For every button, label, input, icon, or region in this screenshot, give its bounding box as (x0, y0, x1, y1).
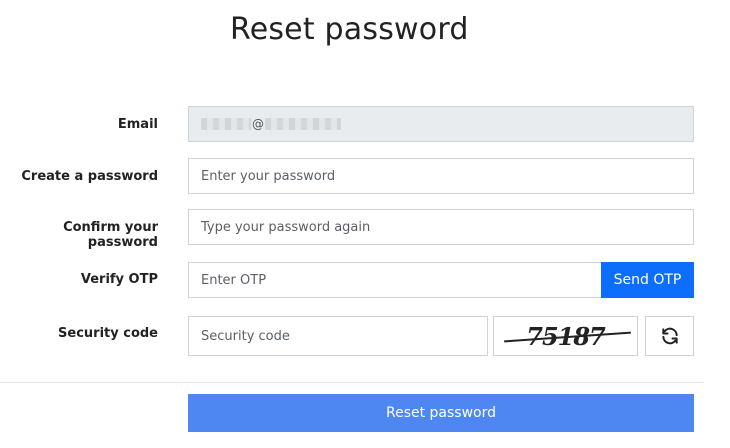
refresh-icon (661, 327, 678, 345)
email-user-redacted (201, 118, 251, 130)
otp-label: Verify OTP (80, 272, 158, 287)
email-label: Email (117, 117, 158, 132)
security-code-label: Security code (58, 326, 158, 341)
form-divider (0, 382, 704, 383)
send-otp-button[interactable]: Send OTP (601, 262, 694, 298)
email-field: @ (188, 106, 694, 142)
confirm-password-input[interactable] (188, 209, 694, 245)
email-domain-redacted (265, 118, 341, 130)
password-input[interactable] (188, 158, 694, 194)
reset-password-button[interactable]: Reset password (188, 394, 694, 432)
confirm-password-label: Confirm your password (63, 220, 158, 250)
refresh-captcha-button[interactable] (645, 316, 694, 356)
otp-input[interactable] (188, 262, 602, 298)
password-label: Create a password (21, 169, 158, 184)
captcha-image: 75187 (493, 316, 638, 356)
email-at-symbol: @ (252, 117, 264, 131)
page-title: Reset password (230, 12, 469, 47)
security-code-input[interactable] (188, 316, 488, 356)
captcha-text: 75187 (526, 321, 605, 351)
